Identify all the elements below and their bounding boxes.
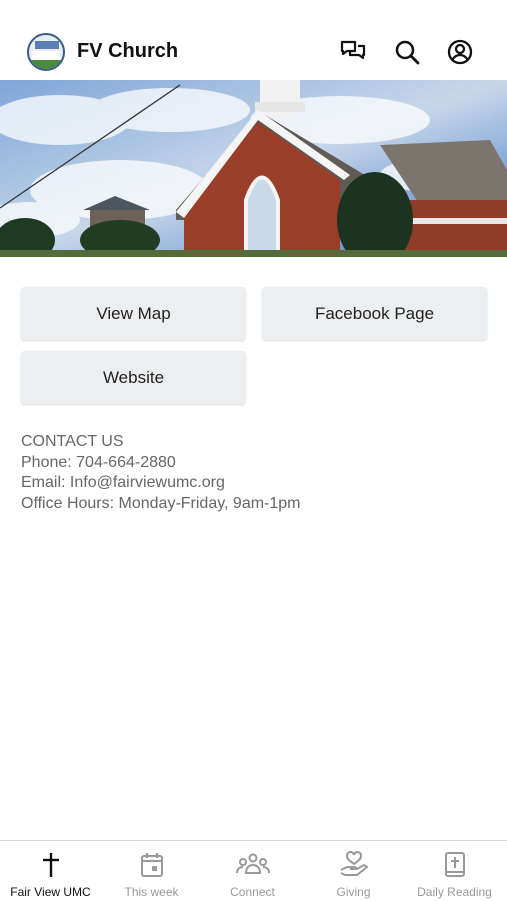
app-header: FV Church <box>0 24 507 80</box>
account-icon[interactable] <box>446 38 474 66</box>
cross-icon <box>42 853 59 877</box>
tab-label: Daily Reading <box>417 885 492 899</box>
tab-connect[interactable]: Connect <box>202 841 303 901</box>
view-map-button[interactable]: View Map <box>21 287 246 340</box>
search-icon[interactable] <box>393 38 421 66</box>
bottom-tab-bar: Fair View UMC This week Connect Giving D… <box>0 840 507 901</box>
contact-phone[interactable]: Phone: 704-664-2880 <box>21 453 301 474</box>
tab-label: Giving <box>336 885 371 899</box>
website-button[interactable]: Website <box>21 351 246 404</box>
church-logo[interactable] <box>27 33 65 71</box>
tab-label: This week <box>124 885 179 899</box>
contact-email[interactable]: Email: Info@fairviewumc.org <box>21 473 301 494</box>
bible-icon <box>444 852 465 877</box>
calendar-icon <box>140 853 163 877</box>
tab-label: Fair View UMC <box>10 885 91 899</box>
contact-hours: Office Hours: Monday-Friday, 9am-1pm <box>21 494 301 512</box>
contact-heading: CONTACT US <box>21 433 124 450</box>
contact-section: CONTACT US Phone: 704-664-2880 Email: In… <box>21 432 301 514</box>
app-title: FV Church <box>77 40 179 62</box>
church-photo <box>0 80 507 257</box>
tab-this-week[interactable]: This week <box>101 841 202 901</box>
facebook-page-button[interactable]: Facebook Page <box>262 287 487 340</box>
tab-label: Connect <box>230 885 275 899</box>
tab-fair-view-umc[interactable]: Fair View UMC <box>0 841 101 901</box>
tab-daily-reading[interactable]: Daily Reading <box>404 841 505 901</box>
people-icon <box>235 853 270 874</box>
tab-giving[interactable]: Giving <box>303 841 404 901</box>
heart-hand-icon <box>340 851 368 876</box>
chat-icon[interactable] <box>339 38 367 66</box>
